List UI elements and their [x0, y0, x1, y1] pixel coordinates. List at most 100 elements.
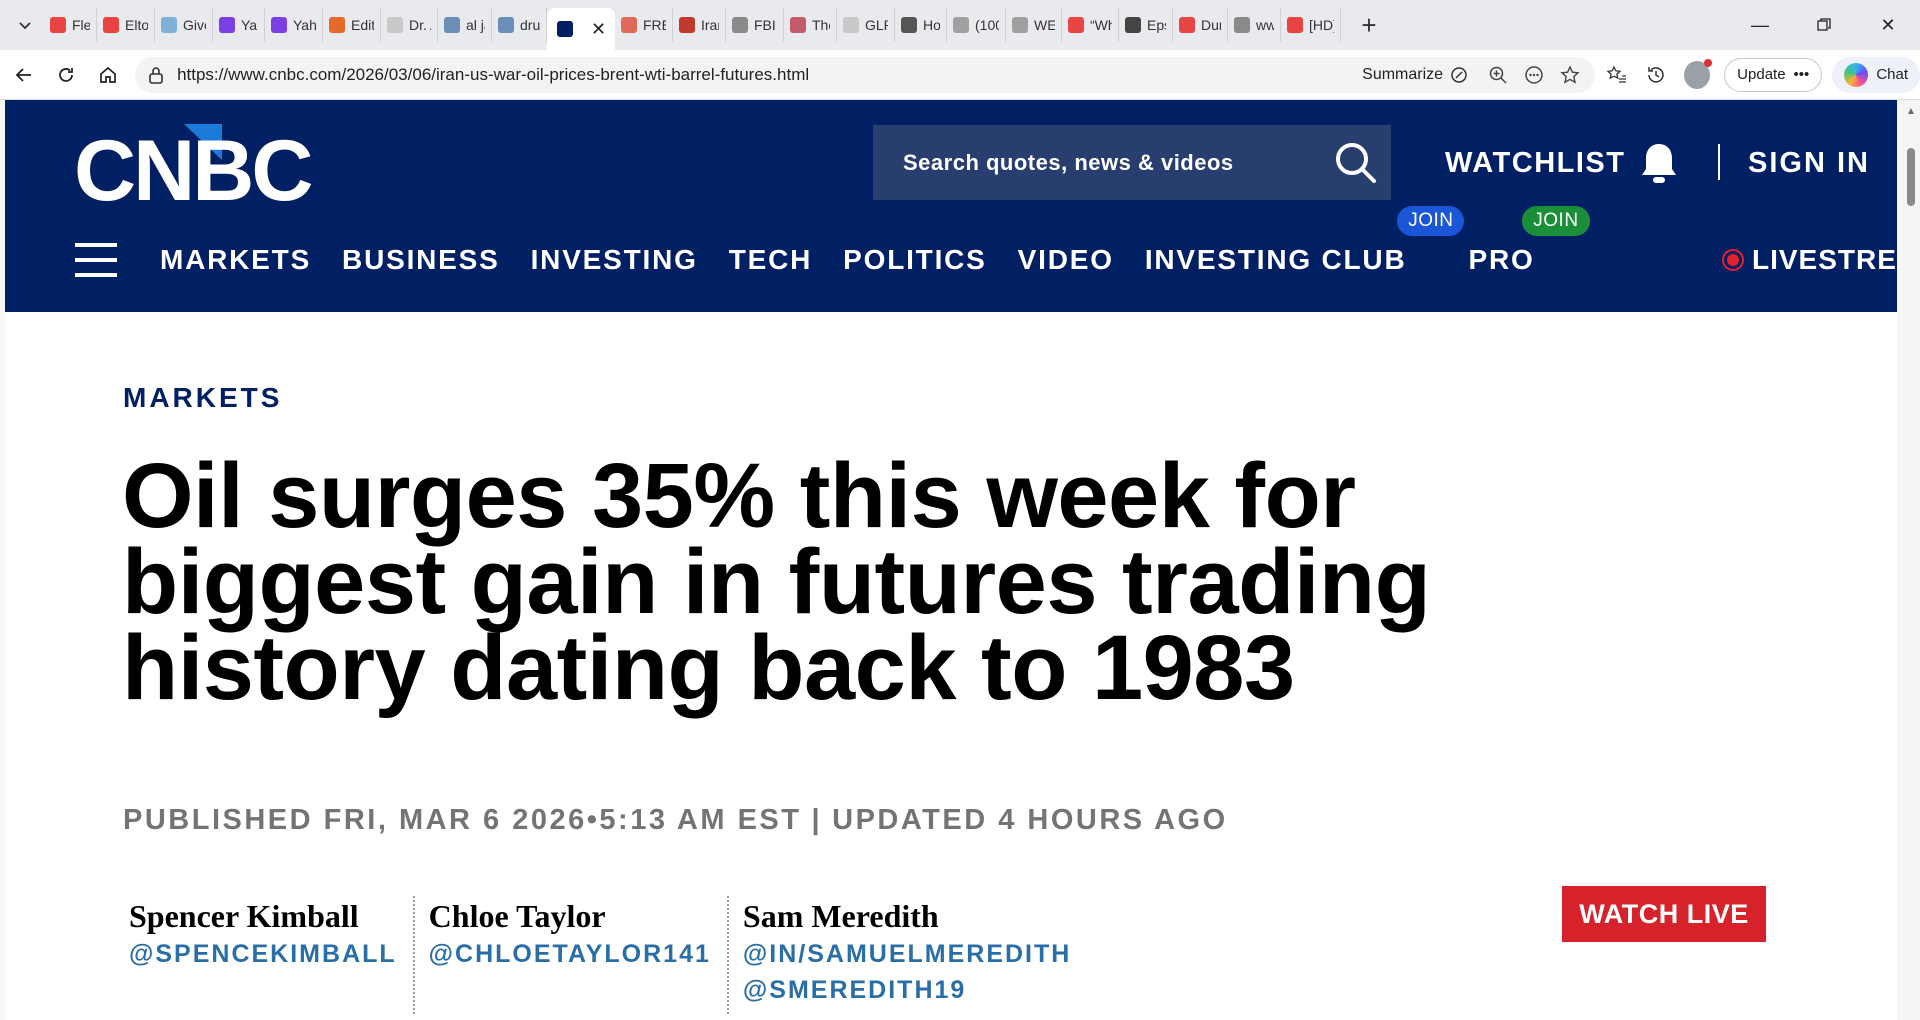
- author-name[interactable]: Sam Meredith: [743, 896, 1071, 936]
- address-bar[interactable]: https://www.cnbc.com/2026/03/06/iran-us-…: [135, 56, 1596, 93]
- page-scrollbar[interactable]: ▲: [1902, 100, 1920, 1020]
- join-badge[interactable]: JOIN: [1522, 206, 1590, 236]
- header-divider: [1718, 144, 1720, 180]
- browser-tab[interactable]: How: [895, 8, 947, 42]
- tab-label: FRES: [643, 17, 666, 33]
- browser-tab[interactable]: www: [1228, 8, 1281, 42]
- copilot-chat-button[interactable]: Chat: [1832, 56, 1920, 93]
- tab-favicon-icon: [1287, 17, 1303, 33]
- watchlist-label: WATCHLIST: [1445, 146, 1626, 179]
- author-byline: Spencer Kimball @SPENCEKIMBALL: [129, 896, 415, 1014]
- home-button[interactable]: [90, 55, 127, 95]
- back-button[interactable]: [5, 55, 42, 95]
- scroll-up-arrow-icon[interactable]: ▲: [1906, 106, 1916, 117]
- browser-tab[interactable]: Elto: [97, 8, 155, 42]
- tab-label: Dr. A: [409, 17, 431, 33]
- author-handle-link[interactable]: @SMEREDITH19: [743, 972, 1071, 1008]
- tab-favicon-icon: [1012, 17, 1028, 33]
- nav-item-business[interactable]: BUSINESS: [342, 244, 500, 276]
- update-label: Update: [1737, 66, 1786, 83]
- browser-tab[interactable]: “Wh: [1062, 8, 1119, 42]
- browser-tab[interactable]: Yahc: [265, 8, 323, 42]
- tab-label: Give: [183, 17, 206, 33]
- live-indicator-icon: [1722, 249, 1744, 271]
- author-list: Spencer Kimball @SPENCEKIMBALL Chloe Taylo…: [129, 896, 1101, 1014]
- watch-live-button[interactable]: WATCH LIVE: [1562, 886, 1766, 942]
- browser-tab[interactable]: Editi: [323, 8, 381, 42]
- browser-tab[interactable]: druc: [492, 8, 547, 42]
- author-handle-link[interactable]: @IN/SAMUELMEREDITH: [743, 936, 1071, 972]
- main-nav: MARKETS BUSINESS INVESTING TECH POLITICS VIDE…: [160, 206, 1590, 280]
- nav-item-investing[interactable]: INVESTING: [531, 244, 698, 276]
- more-tools-button[interactable]: [1519, 60, 1549, 90]
- author-byline: Sam Meredith @IN/SAMUELMEREDITH @SMEREDITH…: [743, 896, 1087, 1014]
- profile-avatar[interactable]: [1684, 58, 1713, 89]
- browser-tab[interactable]: GLP: [837, 8, 895, 42]
- browser-tab[interactable]: Flee: [44, 8, 97, 42]
- browser-tab[interactable]: Dr. A: [381, 8, 438, 42]
- tab-favicon-icon: [1179, 17, 1195, 33]
- browser-tab[interactable]: Give: [155, 8, 213, 42]
- url-text[interactable]: https://www.cnbc.com/2026/03/06/iran-us-…: [177, 65, 1362, 85]
- restore-button[interactable]: [1792, 0, 1856, 50]
- close-tab-icon[interactable]: ✕: [591, 19, 606, 40]
- nav-item-pro[interactable]: PRO JOIN: [1468, 206, 1590, 276]
- favorites-button[interactable]: [1599, 56, 1634, 94]
- browser-tab[interactable]: FRES: [615, 8, 673, 42]
- favorite-button[interactable]: [1555, 60, 1585, 90]
- article-kicker[interactable]: MARKETS: [123, 382, 282, 414]
- author-handle-link[interactable]: @SPENCEKIMBALL: [129, 936, 397, 972]
- minimize-button[interactable]: —: [1728, 0, 1792, 50]
- browser-tab[interactable]: WEF: [1006, 8, 1062, 42]
- sign-in-link[interactable]: SIGN IN: [1748, 138, 1870, 188]
- browser-tab-active[interactable]: ✕: [547, 8, 615, 50]
- close-window-button[interactable]: ✕: [1856, 0, 1920, 50]
- bell-icon: [1641, 144, 1676, 183]
- nav-item-politics[interactable]: POLITICS: [843, 244, 987, 276]
- nav-item-label: POLITICS: [843, 244, 987, 275]
- browser-tab[interactable]: [HD]: [1281, 8, 1341, 42]
- browser-tab[interactable]: The: [784, 8, 837, 42]
- update-button[interactable]: Update •••: [1724, 57, 1823, 92]
- nav-item-tech[interactable]: TECH: [729, 244, 812, 276]
- web-page: CNBC Search quotes, news & videos WATCHL…: [5, 100, 1897, 1020]
- tab-favicon-icon: [621, 17, 637, 33]
- published-time: PUBLISHED FRI, MAR 6 2026•5:13 AM EST: [123, 804, 802, 836]
- cnbc-logo[interactable]: CNBC: [74, 120, 334, 216]
- site-info-button[interactable]: [145, 64, 167, 86]
- watchlist-link[interactable]: WATCHLIST: [1445, 138, 1682, 188]
- scrollbar-thumb[interactable]: [1907, 148, 1915, 206]
- join-badge[interactable]: JOIN: [1397, 206, 1465, 236]
- search-button[interactable]: [1321, 141, 1391, 185]
- star-icon: [1560, 64, 1580, 84]
- livestream-link[interactable]: LIVESTREA: [1722, 240, 1897, 280]
- new-tab-button[interactable]: +: [1351, 7, 1387, 43]
- author-name[interactable]: Spencer Kimball: [129, 896, 397, 936]
- browser-tab[interactable]: al ja: [438, 8, 492, 42]
- hamburger-menu-icon[interactable]: [75, 243, 117, 277]
- favorites-list-icon: [1606, 64, 1626, 83]
- author-name[interactable]: Chloe Taylor: [429, 896, 711, 936]
- browser-tab[interactable]: Epst: [1119, 8, 1173, 42]
- browser-tab[interactable]: FBI L: [726, 8, 784, 42]
- tab-label: al ja: [466, 17, 485, 33]
- browser-tab[interactable]: Iran: [673, 8, 726, 42]
- browser-tab[interactable]: Yahc: [213, 8, 265, 42]
- browser-tab[interactable]: Dura: [1173, 8, 1228, 42]
- tab-favicon-icon: [271, 17, 287, 33]
- tab-label: Flee: [72, 17, 90, 33]
- search-box[interactable]: Search quotes, news & videos: [873, 125, 1391, 200]
- tab-favicon-icon: [557, 21, 573, 37]
- refresh-button[interactable]: [47, 55, 84, 95]
- tab-strip: Flee Elto Give Yahc Yahc Editi Dr. A al ja druc ✕…: [44, 0, 1341, 50]
- article-headline: Oil surges 35% this week for biggest gai…: [122, 445, 1431, 719]
- nav-item-video[interactable]: VIDEO: [1018, 244, 1114, 276]
- nav-item-investing-club[interactable]: INVESTING CLUB JOIN: [1145, 206, 1465, 276]
- summarize-button[interactable]: Summarize: [1362, 65, 1469, 85]
- history-button[interactable]: [1639, 56, 1674, 94]
- browser-tab[interactable]: (100: [947, 8, 1006, 42]
- tab-actions-menu-button[interactable]: [6, 6, 44, 44]
- author-handle-link[interactable]: @CHLOETAYLOR141: [429, 936, 711, 972]
- zoom-button[interactable]: [1483, 60, 1513, 90]
- nav-item-markets[interactable]: MARKETS: [160, 244, 311, 276]
